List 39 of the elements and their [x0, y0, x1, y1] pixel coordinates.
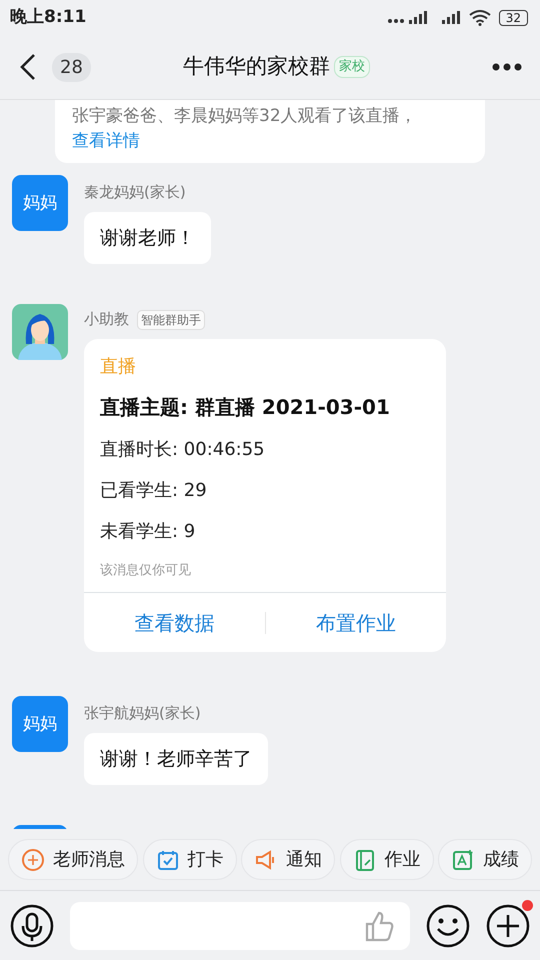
quick-action-button[interactable]: 老师消息 — [8, 839, 138, 880]
add-icon[interactable] — [486, 904, 530, 948]
card-label: 直播 — [100, 354, 137, 379]
microphone-icon[interactable] — [10, 904, 54, 948]
back-icon[interactable] — [20, 54, 36, 80]
card-action-button[interactable]: 布置作业 — [266, 606, 446, 639]
sender-name: 秦龙妈妈(家长) — [84, 182, 186, 204]
card-line: 已看学生: 29 — [100, 478, 208, 503]
sender-name: 张宇航妈妈(家长) — [84, 703, 201, 724]
sender-name: 小助教 — [84, 309, 129, 330]
card-note: 该消息仅你可见 — [100, 562, 192, 580]
emoji-icon[interactable] — [426, 904, 470, 948]
quick-action-button[interactable]: 打卡 — [142, 839, 236, 880]
signal-icon — [440, 10, 461, 24]
assistant-tag: 智能群助手 — [137, 310, 205, 330]
card-title: 直播主题: 群直播 2021-03-01 — [100, 394, 391, 421]
card-line: 直播时长: 00:46:55 — [100, 438, 266, 462]
card-action-button[interactable]: 查看数据 — [84, 606, 264, 639]
message-bubble: 谢谢老师！ — [84, 212, 211, 264]
quick-action-button[interactable]: 成绩 — [438, 839, 532, 880]
chat-title: 牛伟华的家校群 — [182, 53, 330, 80]
assistant-avatar[interactable] — [12, 304, 68, 360]
quick-action-button[interactable]: 通知 — [241, 839, 335, 880]
thumbs-up-icon[interactable] — [364, 910, 394, 942]
battery-indicator: 32 — [498, 10, 528, 26]
user-avatar[interactable]: 妈妈 — [12, 175, 68, 232]
message-input[interactable] — [70, 902, 410, 950]
user-avatar[interactable]: 妈妈 — [12, 696, 68, 752]
notice-text: 张宇豪爸爸、李晨妈妈等32人观看了该直播， 查看详情 — [55, 100, 485, 164]
wifi-icon — [468, 10, 491, 26]
details-link[interactable]: 查看详情 — [72, 130, 140, 151]
unread-count: 28 — [52, 52, 91, 82]
more-icon[interactable] — [492, 63, 522, 71]
status-time: 晚上8:11 — [10, 6, 86, 29]
grade-icon — [451, 848, 475, 872]
group-tag: 家校 — [334, 56, 370, 78]
card-line: 未看学生: 9 — [100, 520, 196, 544]
quick-action-button[interactable]: 作业 — [340, 839, 434, 880]
message-bubble: 谢谢！老师辛苦了 — [84, 732, 268, 786]
